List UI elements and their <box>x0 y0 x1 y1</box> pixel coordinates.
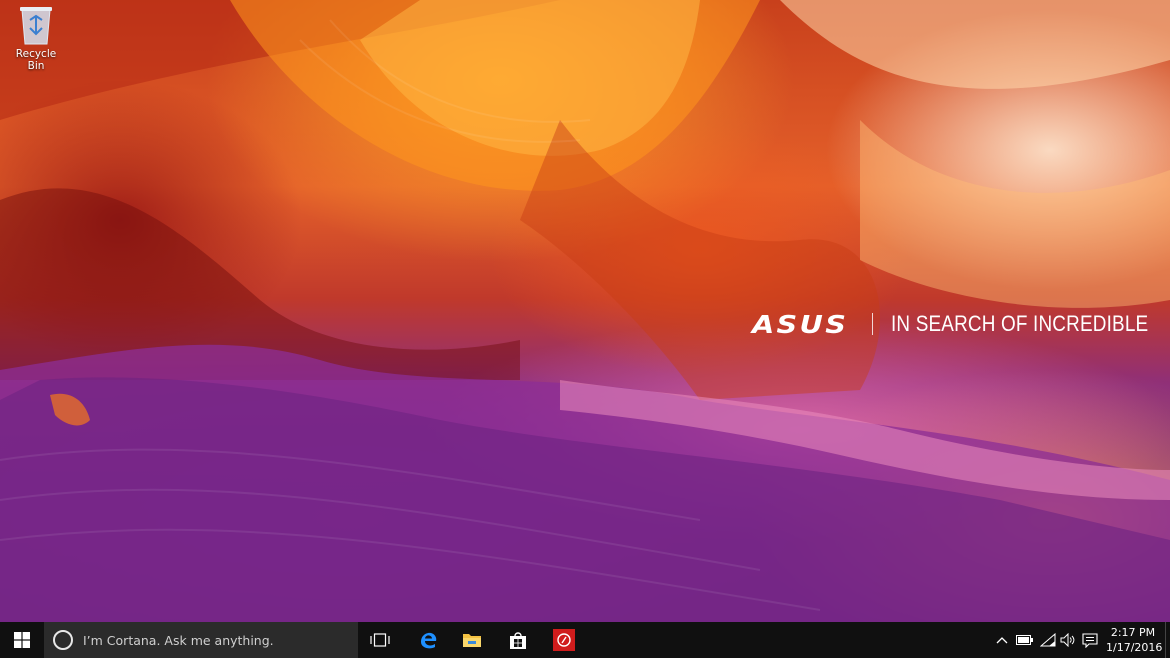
store-button[interactable] <box>500 622 536 658</box>
volume-control[interactable] <box>1058 622 1078 658</box>
task-view-button[interactable] <box>362 622 398 658</box>
clock-time: 2:17 PM <box>1110 626 1156 639</box>
brand-tagline: IN SEARCH OF INCREDIBLE <box>891 311 1149 336</box>
asus-logo: ASUS <box>752 309 849 339</box>
folder-icon <box>463 634 481 647</box>
asus-app-icon <box>553 629 575 651</box>
edge-button[interactable] <box>410 622 446 658</box>
store-icon <box>510 632 526 649</box>
wallpaper-branding: ASUS IN SEARCH OF INCREDIBLE <box>752 309 1170 339</box>
volume-icon <box>1060 633 1075 647</box>
taskbar-clock[interactable]: 2:17 PM 1/17/2016 <box>1106 625 1163 655</box>
show-hidden-icons-button[interactable] <box>994 622 1010 658</box>
start-button[interactable] <box>0 622 44 658</box>
edge-icon <box>421 632 437 649</box>
chevron-up-icon <box>996 637 1008 644</box>
asus-app-button[interactable] <box>546 622 582 658</box>
recycle-bin-icon <box>20 7 52 45</box>
taskbar: I’m Cortana. Ask me anything. 2:17 PM 1/… <box>0 622 1170 658</box>
wifi-icon <box>1040 633 1056 647</box>
battery-icon <box>1016 635 1033 645</box>
clock-date: 1/17/2016 <box>1106 641 1163 654</box>
network-status[interactable] <box>1038 622 1058 658</box>
recycle-bin-shortcut[interactable]: Recycle Bin <box>6 4 66 72</box>
battery-status[interactable] <box>1014 622 1036 658</box>
brand-divider <box>872 313 873 335</box>
desktop[interactable]: Recycle Bin ASUS IN SEARCH OF INCREDIBLE <box>0 0 1170 622</box>
file-explorer-button[interactable] <box>454 622 490 658</box>
recycle-bin-label: Recycle Bin <box>15 48 57 72</box>
show-desktop-button[interactable] <box>1165 622 1170 658</box>
cortana-search-box[interactable]: I’m Cortana. Ask me anything. <box>44 622 358 658</box>
action-center-button[interactable] <box>1080 622 1100 658</box>
action-center-icon <box>1082 632 1098 648</box>
cortana-icon <box>53 630 73 650</box>
windows-logo-icon <box>14 632 30 648</box>
search-placeholder: I’m Cortana. Ask me anything. <box>83 632 274 648</box>
task-view-icon <box>370 633 390 647</box>
